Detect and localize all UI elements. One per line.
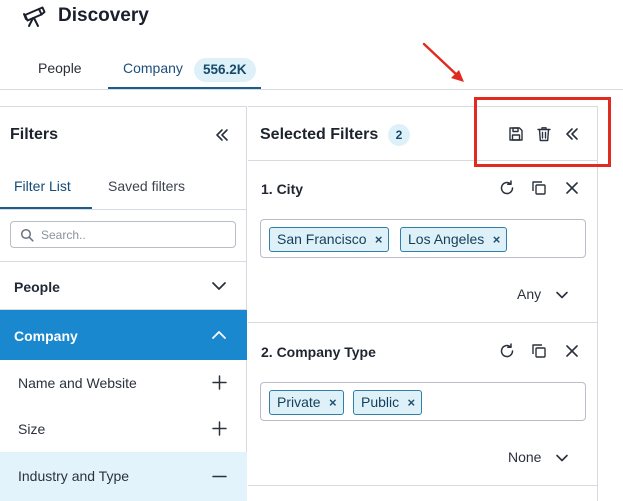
filter-item-label: Size: [18, 421, 46, 437]
match-mode-select[interactable]: None: [508, 449, 541, 465]
selected-filter-company-type: 2. Company Type Private × Public × None: [248, 324, 598, 486]
selected-filters-title: Selected Filters: [260, 126, 379, 143]
selected-filters-count-badge: 2: [388, 124, 410, 146]
section-people[interactable]: People: [0, 262, 247, 310]
chip-label: Los Angeles: [408, 231, 485, 247]
filter-item-name-and-website[interactable]: Name and Website: [0, 360, 247, 406]
filter-values-box[interactable]: San Francisco × Los Angeles ×: [260, 219, 586, 258]
plus-icon: [212, 421, 227, 436]
tab-people[interactable]: People: [38, 60, 82, 76]
copy-icon[interactable]: [530, 179, 548, 197]
active-tab-indicator: [108, 87, 261, 89]
save-icon[interactable]: [507, 125, 525, 143]
section-company-label: Company: [14, 328, 78, 344]
match-mode-select[interactable]: Any: [517, 286, 541, 302]
selected-filters-panel: Selected Filters 2 1. City San Francisco…: [248, 106, 598, 501]
tab-company[interactable]: Company: [123, 60, 183, 76]
filters-panel-title: Filters: [10, 126, 59, 143]
chip-remove-icon[interactable]: ×: [408, 391, 416, 414]
company-count-badge: 556.2K: [194, 58, 256, 82]
page-title: Discovery: [58, 5, 149, 26]
app-header: Discovery People Company 556.2K: [0, 0, 623, 90]
close-icon[interactable]: [563, 179, 581, 197]
subtab-filter-list[interactable]: Filter List: [14, 178, 71, 194]
search-box[interactable]: [10, 221, 236, 248]
search-icon: [20, 228, 34, 242]
filter-chip[interactable]: Los Angeles ×: [400, 227, 508, 252]
filter-item-label: Name and Website: [18, 375, 137, 391]
chip-remove-icon[interactable]: ×: [375, 228, 383, 251]
double-chevron-left-icon[interactable]: [213, 126, 231, 144]
double-chevron-left-icon[interactable]: [563, 125, 581, 143]
filter-item-size[interactable]: Size: [0, 406, 247, 452]
chevron-down-icon[interactable]: [554, 287, 570, 303]
subtab-divider: [0, 209, 247, 210]
selected-filter-city: 1. City San Francisco × Los Angeles × An…: [248, 161, 598, 323]
close-icon[interactable]: [563, 342, 581, 360]
chip-remove-icon[interactable]: ×: [493, 228, 501, 251]
filter-chip[interactable]: Private ×: [269, 390, 344, 415]
chip-label: San Francisco: [277, 231, 367, 247]
search-input[interactable]: [41, 225, 226, 244]
chevron-down-icon: [212, 282, 226, 290]
minus-icon: [212, 475, 227, 478]
filter-heading: 2. Company Type: [261, 344, 376, 360]
section-company[interactable]: Company: [0, 310, 247, 360]
filter-item-label: Industry and Type: [18, 468, 130, 484]
filter-heading: 1. City: [261, 181, 304, 197]
filter-item-industry-and-type[interactable]: Industry and Type: [0, 452, 247, 501]
chevron-up-icon: [212, 331, 226, 339]
chip-label: Private: [277, 394, 321, 410]
refresh-icon[interactable]: [498, 179, 516, 197]
annotation-arrow-icon: [422, 42, 464, 82]
filter-chip[interactable]: San Francisco ×: [269, 227, 390, 252]
chip-label: Public: [361, 394, 400, 410]
plus-icon: [212, 375, 227, 390]
telescope-icon: [23, 6, 46, 27]
subtab-saved-filters[interactable]: Saved filters: [108, 178, 185, 194]
refresh-icon[interactable]: [498, 342, 516, 360]
section-people-label: People: [14, 279, 60, 295]
chevron-down-icon[interactable]: [554, 450, 570, 466]
filter-chip[interactable]: Public ×: [353, 390, 423, 415]
chip-remove-icon[interactable]: ×: [329, 391, 337, 414]
filters-panel: Filters Filter List Saved filters People…: [0, 106, 247, 501]
copy-icon[interactable]: [530, 342, 548, 360]
filter-values-box[interactable]: Private × Public ×: [260, 382, 586, 421]
trash-icon[interactable]: [535, 125, 553, 143]
